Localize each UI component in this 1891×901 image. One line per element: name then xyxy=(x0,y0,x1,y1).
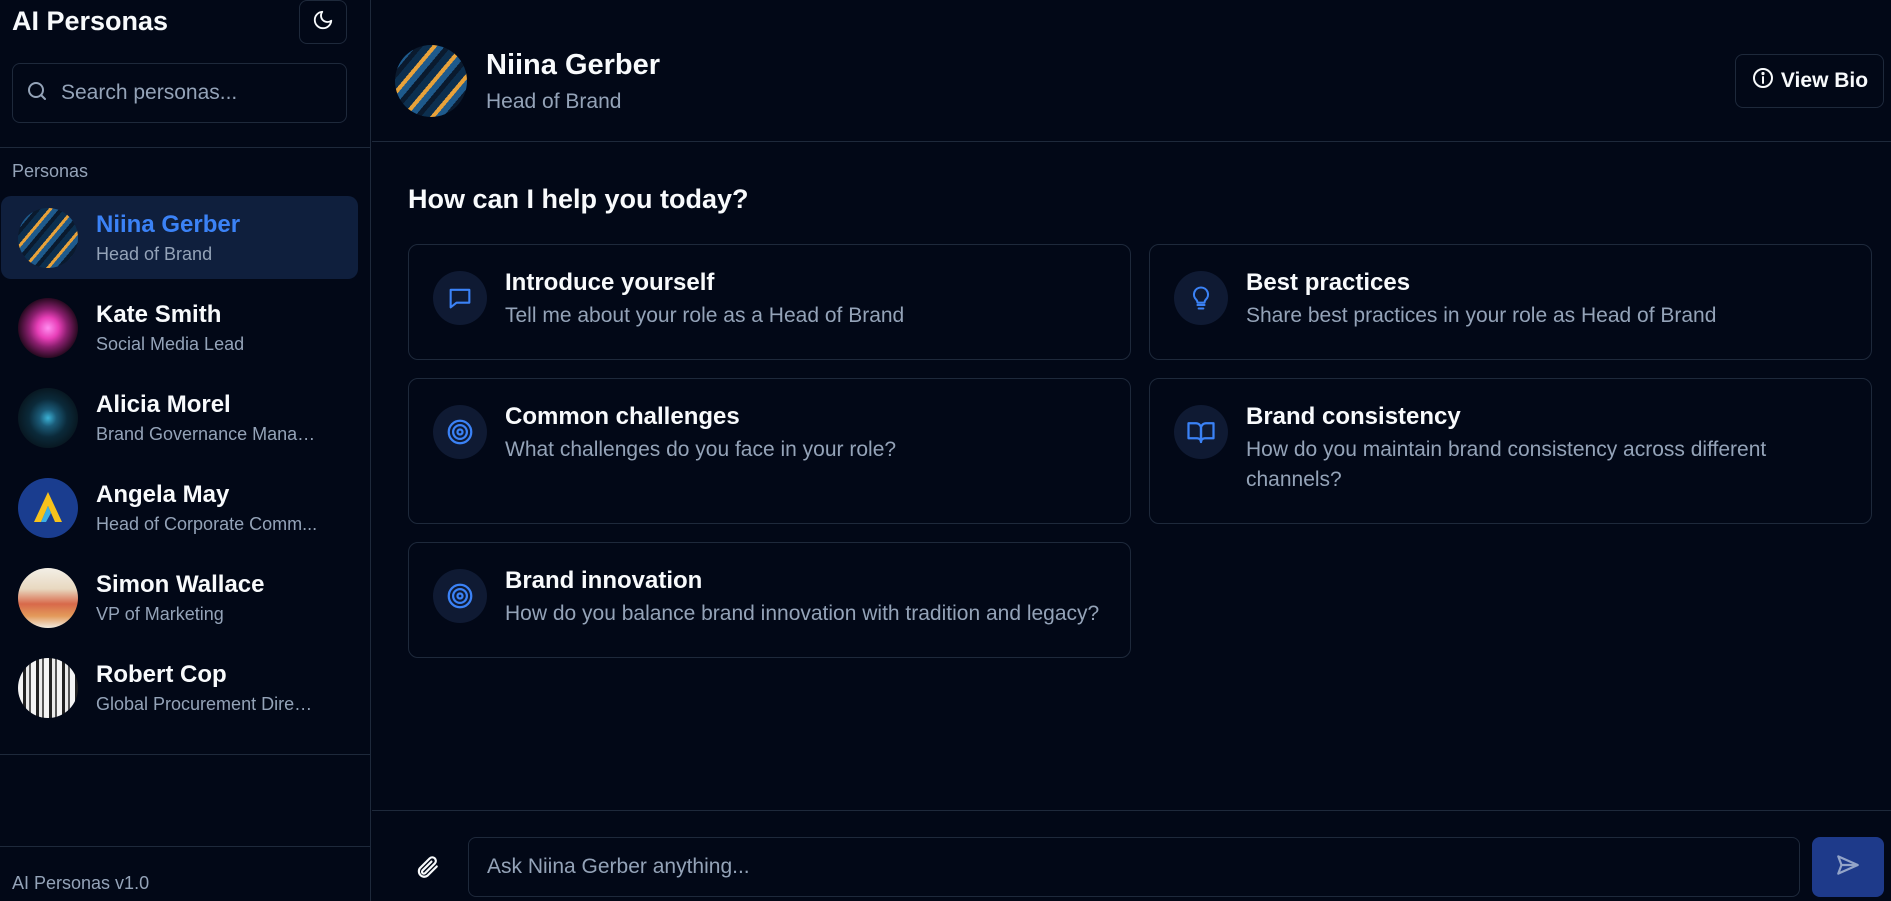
message-composer xyxy=(372,810,1891,901)
persona-item-simon-wallace[interactable]: Simon Wallace VP of Marketing xyxy=(1,556,358,639)
persona-name: Angela May xyxy=(96,480,230,508)
moon-icon xyxy=(312,9,334,36)
chat-header: Niina Gerber Head of Brand View Bio xyxy=(372,0,1891,142)
suggestion-description: What challenges do you face in your role… xyxy=(505,438,897,461)
search-box xyxy=(12,63,347,123)
greeting-heading: How can I help you today? xyxy=(408,184,749,214)
theme-toggle-button[interactable] xyxy=(299,0,347,44)
version-label: AI Personas v1.0 xyxy=(12,873,150,893)
sidebar-divider xyxy=(0,147,371,148)
search-input[interactable] xyxy=(61,81,321,105)
persona-name: Robert Cop xyxy=(96,660,227,688)
persona-item-kate-smith[interactable]: Kate Smith Social Media Lead xyxy=(1,286,358,369)
lightbulb-icon xyxy=(1174,271,1228,325)
send-button[interactable] xyxy=(1812,837,1884,897)
suggestion-card[interactable]: Introduce yourself Tell me about your ro… xyxy=(408,244,1131,360)
suggestion-card[interactable]: Best practices Share best practices in y… xyxy=(1149,244,1872,360)
avatar xyxy=(395,45,467,117)
search-icon xyxy=(25,79,49,108)
persona-name: Kate Smith xyxy=(96,300,222,328)
persona-name: Simon Wallace xyxy=(96,570,265,598)
suggestion-card[interactable]: Brand consistency How do you maintain br… xyxy=(1149,378,1872,524)
personas-section-label: Personas xyxy=(12,161,89,181)
target-icon xyxy=(433,569,487,623)
suggestion-card[interactable]: Brand innovation How do you balance bran… xyxy=(408,542,1131,658)
avatar xyxy=(18,477,78,538)
sidebar: AI Personas Personas Niina Gerber Head o… xyxy=(0,0,371,901)
message-input[interactable] xyxy=(468,837,1800,897)
suggestion-description: How do you maintain brand consistency ac… xyxy=(1246,438,1767,491)
avatar xyxy=(18,207,78,268)
persona-role: Head of Brand xyxy=(96,243,213,264)
suggestion-description: Share best practices in your role as Hea… xyxy=(1246,304,1717,327)
persona-role: Social Media Lead xyxy=(96,333,245,354)
suggestion-title: Introduce yourself xyxy=(505,269,715,296)
suggestion-description: How do you balance brand innovation with… xyxy=(505,602,1100,625)
avatar xyxy=(18,297,78,358)
persona-name: Alicia Morel xyxy=(96,390,231,418)
angela-logo-icon xyxy=(34,491,62,522)
header-persona-role: Head of Brand xyxy=(486,90,622,113)
message-square-icon xyxy=(433,271,487,325)
target-icon xyxy=(433,405,487,459)
persona-item-alicia-morel[interactable]: Alicia Morel Brand Governance Manager xyxy=(1,376,358,459)
view-bio-label: View Bio xyxy=(1780,69,1869,92)
persona-role: Global Procurement Direct... xyxy=(96,693,321,714)
sidebar-divider xyxy=(0,846,371,847)
send-icon xyxy=(1835,852,1861,883)
persona-name: Niina Gerber xyxy=(96,210,241,238)
suggestion-title: Common challenges xyxy=(505,403,740,430)
sidebar-divider xyxy=(0,754,371,755)
paperclip-icon[interactable] xyxy=(414,854,440,885)
avatar xyxy=(18,657,78,718)
suggestion-description: Tell me about your role as a Head of Bra… xyxy=(505,304,905,327)
view-bio-button[interactable]: View Bio xyxy=(1735,54,1884,108)
suggestion-card[interactable]: Common challenges What challenges do you… xyxy=(408,378,1131,524)
suggestion-title: Best practices xyxy=(1246,269,1411,296)
header-persona-name: Niina Gerber xyxy=(486,49,661,81)
book-open-icon xyxy=(1174,405,1228,459)
persona-list: Niina Gerber Head of Brand Kate Smith So… xyxy=(0,196,371,736)
suggestion-title: Brand consistency xyxy=(1246,403,1461,430)
persona-item-angela-may[interactable]: Angela May Head of Corporate Comm... xyxy=(1,466,358,549)
persona-item-niina-gerber[interactable]: Niina Gerber Head of Brand xyxy=(1,196,358,279)
avatar xyxy=(18,387,78,448)
chat-panel: Niina Gerber Head of Brand View Bio How … xyxy=(372,0,1891,901)
app-title: AI Personas xyxy=(12,6,169,36)
persona-role: VP of Marketing xyxy=(96,603,224,624)
persona-role: Head of Corporate Comm... xyxy=(96,513,318,534)
persona-role: Brand Governance Manager xyxy=(96,423,321,444)
avatar xyxy=(18,567,78,628)
suggestion-title: Brand innovation xyxy=(505,567,703,594)
persona-item-robert-cop[interactable]: Robert Cop Global Procurement Direct... xyxy=(1,646,358,729)
info-icon xyxy=(1751,66,1775,96)
